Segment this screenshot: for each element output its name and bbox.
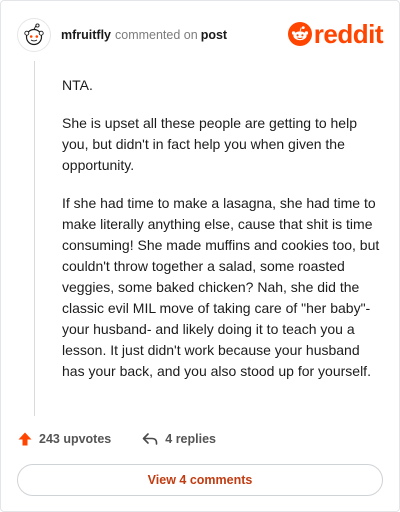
view-comments-button[interactable]: View 4 comments [17, 464, 383, 496]
upvote-arrow-icon [18, 432, 32, 446]
reddit-logo-icon [287, 22, 312, 46]
comment-paragraph: NTA. [62, 77, 93, 93]
comment-card: mfruitfly commented on post reddit NTA. Sh… [0, 0, 400, 512]
comment-actions: 243 upvotes 4 replies [17, 429, 216, 449]
upvote-button[interactable]: 243 upvotes [17, 431, 111, 447]
commented-on-text: commented on [115, 28, 198, 42]
snoo-avatar-icon [24, 23, 44, 46]
reply-arrow-icon [142, 433, 158, 445]
reddit-logo[interactable]: reddit [287, 19, 384, 49]
replies-button[interactable]: 4 replies [141, 431, 216, 447]
comment-header: mfruitfly commented on post reddit [17, 17, 384, 53]
thread-line [34, 61, 35, 416]
reply-count: 4 replies [165, 432, 216, 446]
username-link[interactable]: mfruitfly [61, 28, 111, 42]
user-avatar[interactable] [17, 18, 51, 52]
comment-body: NTA. She is upset all these people are g… [62, 75, 380, 399]
comment-meta: mfruitfly commented on post [61, 28, 227, 42]
post-link[interactable]: post [201, 28, 227, 42]
comment-paragraph: She is upset all these people are gettin… [62, 115, 357, 173]
comment-paragraph: If she had time to make a lasagna, she h… [62, 195, 380, 379]
reddit-wordmark: reddit [313, 19, 384, 49]
upvote-count: 243 upvotes [39, 432, 112, 446]
